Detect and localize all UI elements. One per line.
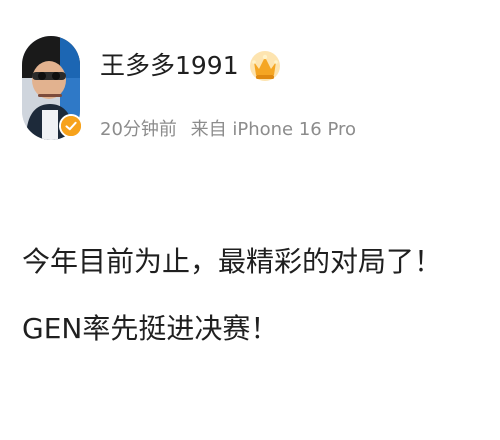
- post-text-line: 今年目前为止，最精彩的对局了！: [22, 245, 443, 278]
- weibo-post: 王多多1991 20分钟前 来自 iPhone 16 Pro 今年目前为止，最精…: [0, 0, 500, 440]
- username-link[interactable]: 王多多1991: [100, 51, 239, 81]
- username-row: 王多多1991: [100, 46, 281, 86]
- post-time: 20分钟前: [100, 119, 177, 140]
- crown-badge-icon: [249, 51, 280, 81]
- verified-badge-icon: [59, 114, 83, 138]
- post-meta: 20分钟前 来自 iPhone 16 Pro: [100, 118, 356, 142]
- verified-checkmark-icon: [61, 116, 81, 136]
- post-source: 来自 iPhone 16 Pro: [190, 119, 357, 140]
- post-text-line: GEN率先挺进决赛！: [22, 312, 279, 345]
- post-header: 王多多1991 20分钟前 来自 iPhone 16 Pro: [22, 36, 478, 146]
- post-content: 今年目前为止，最精彩的对局了！ GEN率先挺进决赛！: [22, 228, 478, 362]
- avatar-wrapper[interactable]: [22, 36, 83, 140]
